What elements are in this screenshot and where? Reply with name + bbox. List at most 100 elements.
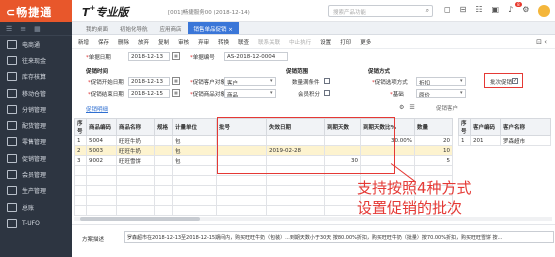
sidebar-item-10[interactable]: 总账 — [0, 199, 72, 215]
square-icon[interactable]: ◻ — [444, 5, 451, 17]
table-cell[interactable]: 旺旺牛奶 — [116, 135, 155, 146]
table-cell[interactable]: 包 — [172, 145, 217, 156]
tab-2[interactable]: 应用商店 — [154, 22, 188, 34]
settings-icon[interactable]: ⚙ — [399, 104, 404, 111]
column-header[interactable]: 规格 — [154, 118, 173, 136]
sidebar-item-5[interactable]: 配货管理 — [0, 117, 72, 133]
toolbar-button-5[interactable]: 审核 — [178, 38, 189, 46]
toolbar-button-0[interactable]: 新增 — [78, 38, 89, 46]
table-cell[interactable]: 10 — [414, 145, 453, 156]
desc-field[interactable]: 罗森超市在2018-12-13至2018-12-15期间内，购买旺旺牛奶（包装）… — [124, 231, 554, 243]
search-icon[interactable]: ⌕ — [426, 7, 429, 15]
bookmark-icon[interactable]: ⊟ — [460, 5, 467, 17]
chevron-down-icon[interactable]: ▾ — [460, 78, 463, 84]
chevron-down-icon[interactable]: ▾ — [270, 90, 273, 96]
toolbar-button-9[interactable]: 联系关联 — [258, 38, 280, 46]
calendar-icon[interactable]: ▦ — [172, 89, 180, 97]
chevron-down-icon[interactable]: ▾ — [270, 78, 273, 84]
table-cell[interactable]: 包 — [172, 155, 217, 166]
tab-promo-detail[interactable]: 促销明细 — [86, 105, 108, 113]
column-header[interactable]: 序号 — [458, 118, 471, 136]
toolbar-button-6[interactable]: 弃审 — [198, 38, 209, 46]
sidebar-item-label: 促销管理 — [22, 155, 47, 163]
column-header[interactable]: 数量 — [414, 118, 453, 136]
toolbar-button-10[interactable]: 中止执行 — [289, 38, 311, 46]
table-cell[interactable]: 9002 — [86, 155, 117, 166]
column-header[interactable]: 客户名称 — [500, 118, 551, 136]
table-cell[interactable]: 201 — [470, 135, 501, 146]
sidebar-item-0[interactable]: 电商通 — [0, 36, 72, 52]
column-header[interactable]: 序号 — [74, 118, 87, 136]
table-cell[interactable]: 5003 — [86, 145, 117, 156]
table-cell[interactable]: 20 — [414, 135, 453, 146]
column-header[interactable]: 计量单位 — [172, 118, 217, 136]
target-select[interactable]: 客户 — [224, 77, 276, 86]
chevron-down-icon[interactable]: ▾ — [460, 90, 463, 96]
search-input[interactable]: 搜索产品功能 ⌕ — [328, 5, 433, 17]
toolbar-button-2[interactable]: 删除 — [118, 38, 129, 46]
sidebar-item-4[interactable]: 分销管理 — [0, 101, 72, 117]
calendar-icon[interactable]: ▦ — [172, 77, 180, 85]
column-header[interactable]: 客户编码 — [470, 118, 501, 136]
sidebar-item-3[interactable]: 移动仓管 — [0, 85, 72, 101]
table-cell[interactable]: 1 — [458, 135, 471, 146]
table-row[interactable]: 1 201 罗森超市 — [458, 135, 551, 146]
sidebar-item-2[interactable]: 库存核算 — [0, 69, 72, 85]
qty-cond-checkbox[interactable] — [324, 78, 330, 84]
member-checkbox[interactable] — [324, 90, 330, 96]
column-header[interactable]: 商品编码 — [86, 118, 117, 136]
date-field[interactable]: 2018-12-13 — [128, 52, 170, 61]
bell-icon[interactable]: ♪ 8 — [508, 2, 522, 17]
toolbar-button-13[interactable]: 更多 — [360, 38, 371, 46]
sidebar-item-1[interactable]: 往来现金 — [0, 52, 72, 68]
column-header[interactable]: 商品名称 — [116, 118, 155, 136]
table-cell[interactable]: 5 — [414, 155, 453, 166]
table-cell[interactable]: 罗森超市 — [500, 135, 551, 146]
table-cell[interactable]: 2 — [74, 145, 87, 156]
table-cell[interactable]: 5004 — [86, 135, 117, 146]
column-icon[interactable]: ☰ — [409, 104, 414, 111]
sidebar-item-9[interactable]: 生产管理 — [0, 183, 72, 199]
layout-icon[interactable]: ⊡ ‹ — [536, 38, 547, 46]
tile-icon[interactable]: ▦ — [34, 25, 41, 33]
sidebar-item-7[interactable]: 促销管理 — [0, 150, 72, 166]
table-cell[interactable]: 1 — [74, 135, 87, 146]
toolbar-button-7[interactable]: 转换 — [218, 38, 229, 46]
toolbar-button-1[interactable]: 保存 — [98, 38, 109, 46]
table-cell[interactable]: 3 — [74, 155, 87, 166]
sidebar-item-11[interactable]: T-UFO — [0, 215, 72, 231]
horizontal-scrollbar[interactable] — [74, 217, 552, 221]
base-select[interactable]: 原价 — [416, 89, 466, 98]
tab-3[interactable]: 销售单品促销 × — [187, 22, 239, 34]
table-cell[interactable] — [154, 145, 173, 156]
toolbar-button-8[interactable]: 联查 — [238, 38, 249, 46]
table-cell[interactable]: 旺旺雪饼 — [116, 155, 155, 166]
toolbar-button-3[interactable]: 放弃 — [138, 38, 149, 46]
table-cell[interactable]: 旺旺牛奶 — [116, 145, 155, 156]
calendar-icon[interactable]: ▦ — [172, 52, 180, 60]
settings-icon[interactable]: ⚙ — [522, 5, 529, 17]
menu-icon[interactable]: ≡ — [20, 25, 26, 33]
tab-1[interactable]: 初始化导航 — [114, 22, 154, 34]
promo-type-select[interactable]: 折扣 — [416, 77, 466, 86]
notification-badge: 8 — [515, 2, 522, 7]
avatar[interactable] — [538, 5, 551, 17]
toolbar-button-11[interactable]: 设置 — [320, 38, 331, 46]
calendar-icon[interactable]: ☷ — [475, 5, 482, 17]
end-date-field[interactable]: 2018-12-15 — [128, 89, 170, 98]
toolbar-button-12[interactable]: 打印 — [340, 38, 351, 46]
tab-0[interactable]: 我的桌面 — [80, 22, 114, 34]
message-icon[interactable]: ▣ — [492, 5, 500, 17]
grid-icon[interactable]: ☰ — [6, 25, 12, 33]
tab-promo-customer[interactable]: 促销客户 — [436, 104, 458, 112]
code-field[interactable]: AS-2018-12-0004 — [224, 52, 288, 61]
table-cell[interactable]: 包 — [172, 135, 217, 146]
toolbar-button-4[interactable]: 复制 — [158, 38, 169, 46]
box-icon — [7, 72, 17, 82]
table-cell[interactable] — [154, 135, 173, 146]
store-select[interactable]: 商品 — [224, 89, 276, 98]
sidebar-item-6[interactable]: 零售管理 — [0, 134, 72, 150]
start-date-field[interactable]: 2018-12-13 — [128, 77, 170, 86]
table-cell[interactable] — [154, 155, 173, 166]
sidebar-item-8[interactable]: 会员管理 — [0, 166, 72, 182]
